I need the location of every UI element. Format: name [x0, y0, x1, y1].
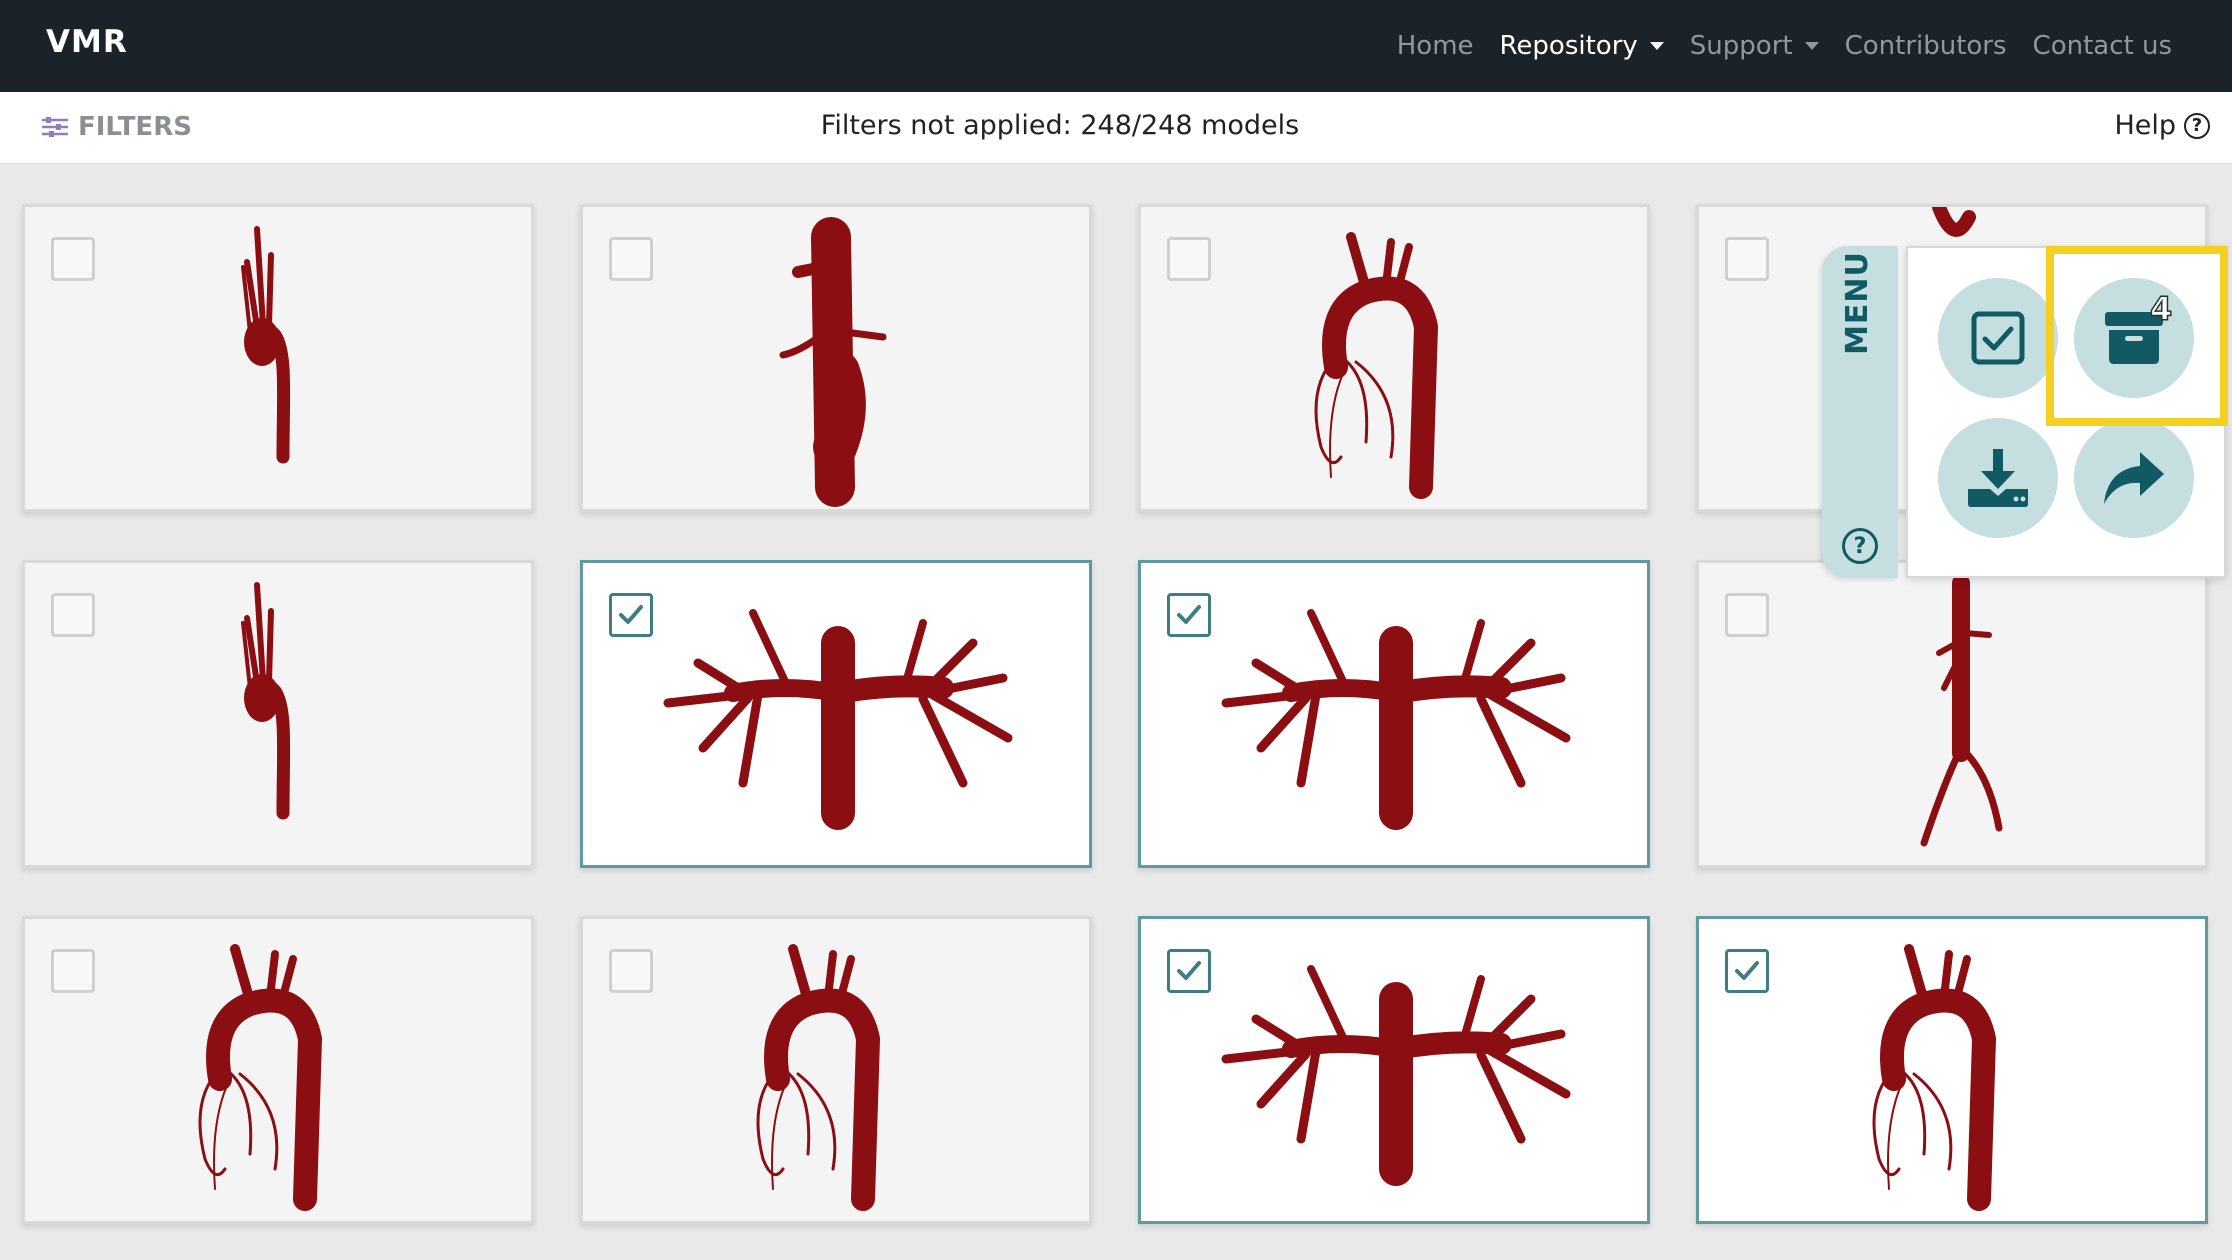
select-checkbox[interactable] — [1167, 949, 1211, 993]
select-checkbox[interactable] — [1725, 593, 1769, 637]
menu-label: MENU — [1840, 251, 1875, 355]
select-all-icon — [1971, 311, 2025, 365]
cart-count-badge: 4 — [2149, 289, 2173, 329]
model-card[interactable] — [1138, 204, 1650, 512]
aorta-arch-model — [25, 563, 531, 865]
nav-contributors[interactable]: Contributors — [1845, 31, 2007, 61]
select-checkbox[interactable] — [51, 237, 95, 281]
select-checkbox[interactable] — [1725, 949, 1769, 993]
help-circle-icon: ? — [2184, 112, 2210, 139]
select-checkbox[interactable] — [51, 949, 95, 993]
model-card[interactable] — [1138, 560, 1650, 868]
aortic-arch-coronary-model — [583, 919, 1089, 1221]
select-checkbox[interactable] — [609, 593, 653, 637]
download-icon — [1968, 449, 2028, 507]
select-all-button[interactable] — [1938, 278, 2058, 398]
aorta-arch-model — [25, 207, 531, 509]
nav-links: Home Repository Support Contributors Con… — [1397, 0, 2172, 92]
model-card[interactable] — [1696, 560, 2208, 868]
pulmonary-tree-model — [1141, 919, 1647, 1221]
check-icon — [1177, 605, 1201, 624]
abdominal-aorta-model — [1699, 563, 2205, 865]
top-navbar: VMR Home Repository Support Contributors… — [0, 0, 2232, 92]
nav-support-label: Support — [1689, 31, 1793, 61]
nav-home[interactable]: Home — [1397, 31, 1474, 61]
pulmonary-tree-model — [1141, 563, 1647, 865]
pulmonary-tree-model — [583, 563, 1089, 865]
select-checkbox[interactable] — [51, 593, 95, 637]
menu-tab[interactable]: MENU ? — [1822, 246, 1898, 578]
model-card[interactable] — [580, 204, 1092, 512]
nav-support[interactable]: Support — [1690, 31, 1819, 61]
aortic-arch-coronary-model — [1141, 207, 1647, 509]
menu-help-icon[interactable]: ? — [1842, 528, 1878, 564]
model-card[interactable] — [580, 916, 1092, 1224]
select-checkbox[interactable] — [1167, 237, 1211, 281]
check-icon — [1177, 961, 1201, 980]
filter-status-text: Filters not applied: 248/248 models — [820, 110, 1300, 141]
select-checkbox[interactable] — [1167, 593, 1211, 637]
model-card[interactable] — [22, 560, 534, 868]
model-card[interactable] — [22, 916, 534, 1224]
chevron-down-icon — [1649, 42, 1664, 50]
aorta-segment-model — [583, 207, 1089, 509]
model-card[interactable] — [1696, 916, 2208, 1224]
check-icon — [619, 605, 643, 624]
nav-contact[interactable]: Contact us — [2033, 31, 2172, 61]
chevron-down-icon — [1804, 42, 1819, 50]
help-button[interactable]: Help ? — [2114, 110, 2210, 141]
filter-bar: FILTERS Filters not applied: 248/248 mod… — [0, 92, 2232, 164]
download-button[interactable] — [1938, 418, 2058, 538]
brand-logo[interactable]: VMR — [46, 24, 128, 60]
check-icon — [1735, 961, 1759, 980]
aortic-arch-coronary-model — [25, 919, 531, 1221]
model-card[interactable] — [580, 560, 1092, 868]
select-checkbox[interactable] — [609, 237, 653, 281]
select-checkbox[interactable] — [609, 949, 653, 993]
select-checkbox[interactable] — [1725, 237, 1769, 281]
nav-repository-label: Repository — [1499, 31, 1638, 61]
model-card[interactable] — [1138, 916, 1650, 1224]
aortic-arch-coronary-model — [1699, 919, 2205, 1221]
help-label: Help — [2114, 110, 2176, 141]
share-button[interactable] — [2074, 418, 2194, 538]
model-card[interactable] — [22, 204, 534, 512]
nav-repository[interactable]: Repository — [1500, 31, 1664, 61]
archive-highlight-frame — [2046, 246, 2228, 426]
share-icon — [2104, 452, 2164, 504]
